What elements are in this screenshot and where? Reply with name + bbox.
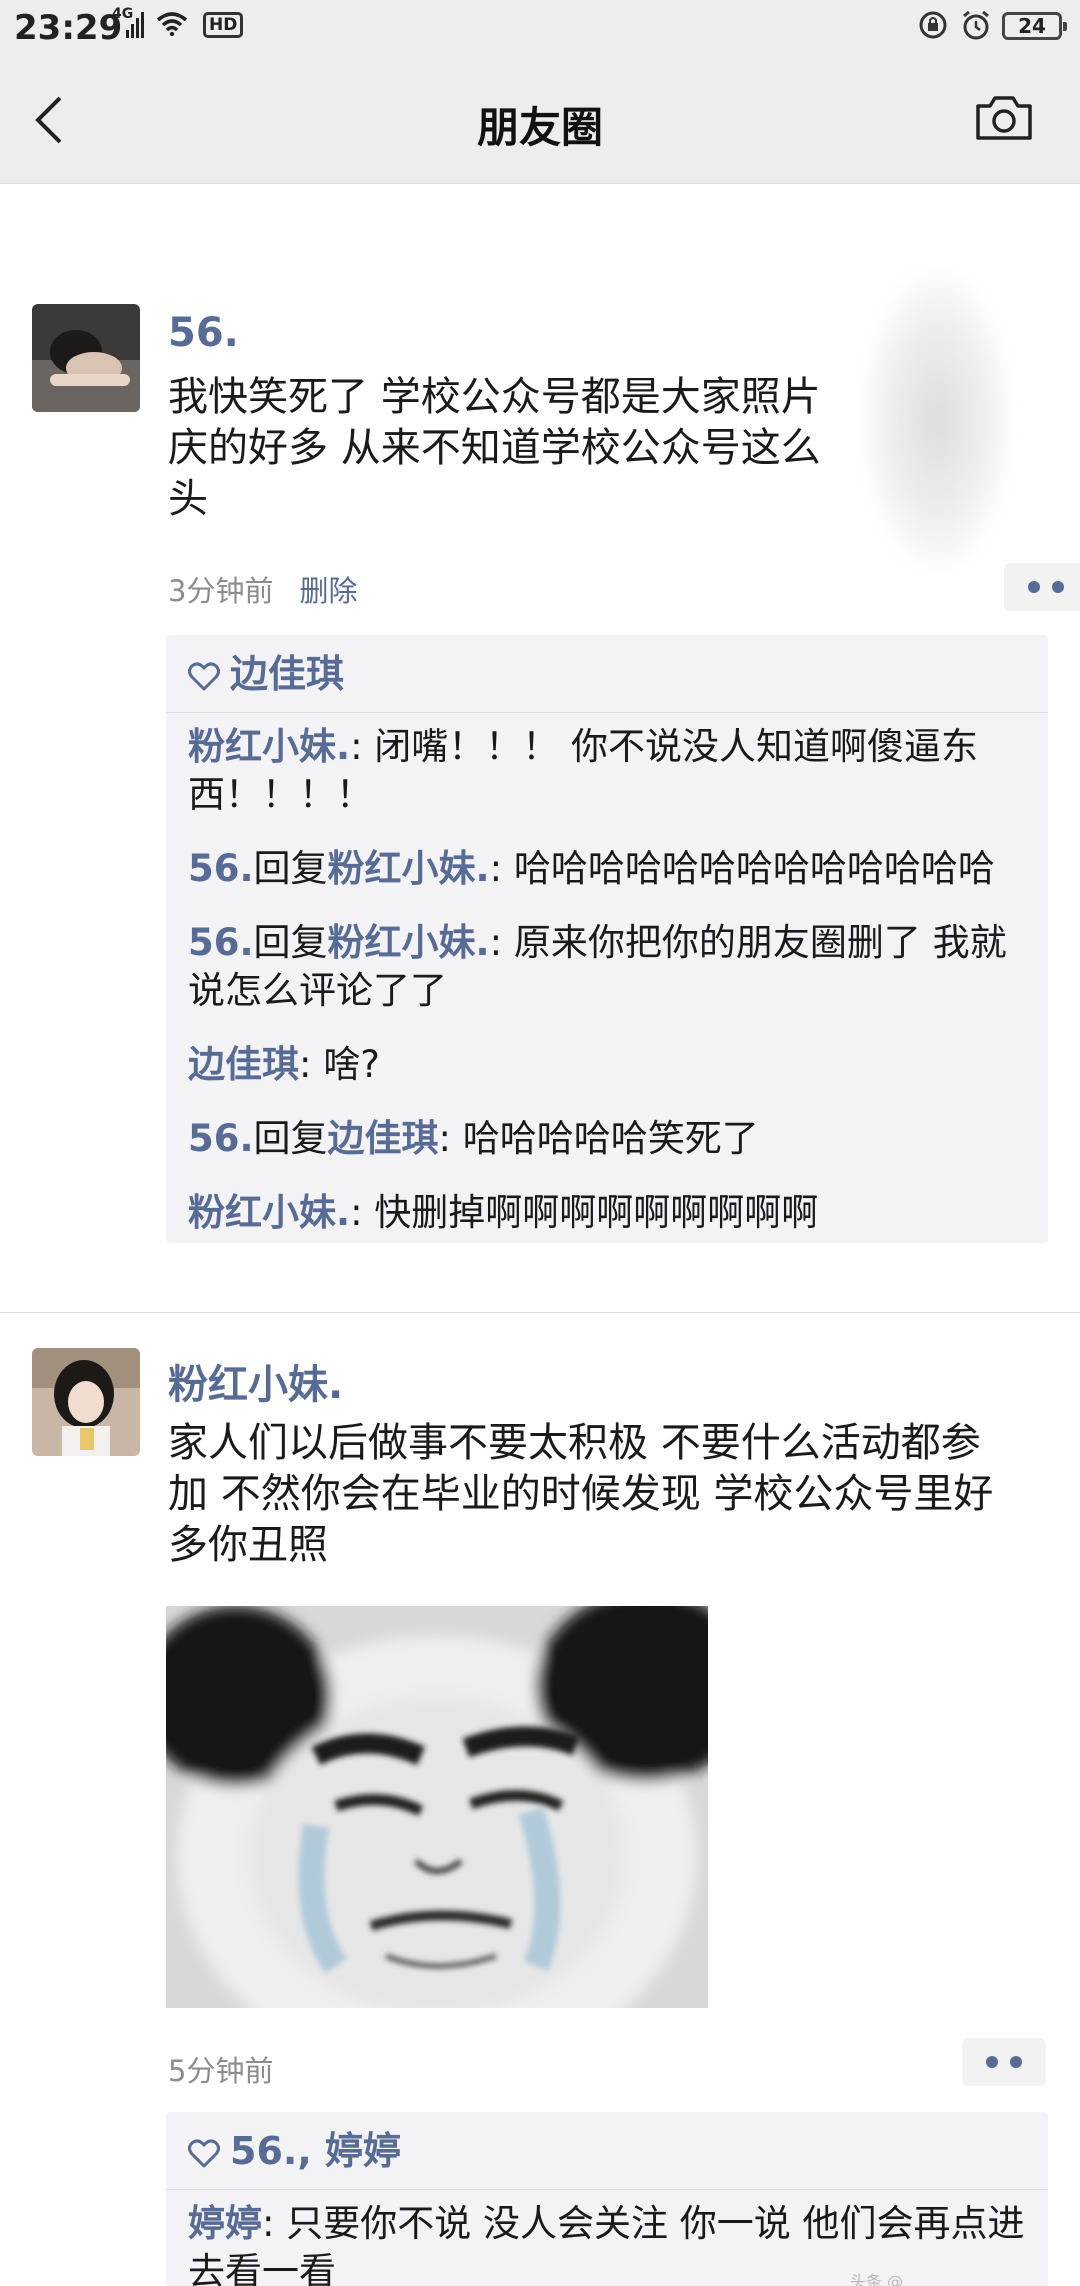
post-username[interactable]: 56. [168, 310, 239, 356]
comment-text: 啥? [323, 1043, 380, 1086]
avatar[interactable] [32, 304, 140, 412]
comment-separator: : [299, 1043, 324, 1086]
more-actions-button[interactable] [1004, 563, 1080, 611]
post-time: 5分钟前 [168, 2054, 274, 2088]
post-username[interactable]: 粉红小妹. [168, 1352, 343, 1410]
comment-separator: : [489, 921, 514, 964]
comment-author[interactable]: 56. [188, 847, 254, 890]
reply-word: 回复 [253, 847, 328, 890]
delete-link[interactable]: 删除 [299, 574, 357, 608]
comment-item[interactable]: 56.回复粉红小妹.: 哈哈哈哈哈哈哈哈哈哈哈哈哈 [188, 845, 1026, 893]
post-text: 家人们以后做事不要太积极 不要什么活动都参加 不然你会在毕业的时候发现 学校公众… [168, 1420, 994, 1568]
hd-badge: HD [203, 12, 244, 38]
heart-icon [188, 2139, 220, 2168]
likes-row: 56., 婷婷 [166, 2112, 1048, 2190]
reply-target[interactable]: 粉红小妹. [328, 847, 490, 890]
signal-bars-icon [126, 12, 144, 38]
comment-item[interactable]: 粉红小妹.: 快删掉啊啊啊啊啊啊啊啊啊 [188, 1189, 1026, 1237]
reply-word: 回复 [253, 1117, 328, 1160]
post-time: 3分钟前 [168, 574, 274, 608]
comment-list: 婷婷: 只要你不说 没人会关注 你一说 他们会再点进去看一看 [166, 2190, 1048, 2286]
comment-separator: : [489, 847, 514, 890]
post-meta: 5分钟前 [168, 2048, 273, 2090]
likes-row: 边佳琪 [166, 635, 1048, 713]
comment-text: 哈哈哈哈哈哈哈哈哈哈哈哈哈 [513, 847, 995, 890]
comment-author[interactable]: 边佳琪 [188, 1043, 299, 1086]
reply-target[interactable]: 粉红小妹. [328, 921, 490, 964]
privacy-blur-overlay [862, 270, 1012, 570]
comment-separator: : [350, 725, 375, 768]
watermark: 头条 @ [850, 2272, 904, 2286]
more-actions-button[interactable] [962, 2038, 1046, 2086]
comment-separator: : [438, 1117, 463, 1160]
likes-names[interactable]: 边佳琪 [230, 652, 344, 696]
reply-target[interactable]: 边佳琪 [328, 1117, 439, 1160]
comments-box: 56., 婷婷 婷婷: 只要你不说 没人会关注 你一说 他们会再点进去看一看 [166, 2112, 1048, 2286]
likes-names[interactable]: 56., 婷婷 [230, 2129, 401, 2173]
post-divider [0, 1312, 1080, 1313]
comment-item[interactable]: 56.回复边佳琪: 哈哈哈哈哈笑死了 [188, 1115, 1026, 1163]
page-title: 朋友圈 [476, 103, 603, 152]
status-time: 23:29 [14, 8, 123, 48]
comment-item[interactable]: 56.回复粉红小妹.: 原来你把你的朋友圈删了 我就说怎么评论了了 [188, 919, 1026, 1015]
lock-rotation-icon [919, 11, 947, 39]
status-bar: 23:29 4G HD 24 [0, 0, 1080, 56]
comments-box: 边佳琪 粉红小妹.: 闭嘴！！！ 你不说没人知道啊傻逼东西！！！！ 56.回复粉… [166, 635, 1048, 1243]
post-meta: 3分钟前 删除 [168, 568, 357, 610]
wifi-icon [156, 12, 188, 36]
comment-author[interactable]: 56. [188, 921, 254, 964]
heart-icon [188, 662, 220, 691]
comment-text: 哈哈哈哈哈笑死了 [462, 1117, 759, 1160]
comment-item[interactable]: 粉红小妹.: 闭嘴！！！ 你不说没人知道啊傻逼东西！！！！ [188, 723, 1026, 819]
camera-icon[interactable] [974, 92, 1034, 142]
battery-icon: 24 [1002, 12, 1067, 40]
comment-author[interactable]: 婷婷 [188, 2202, 262, 2245]
comment-separator: : [350, 1191, 375, 1234]
comment-author[interactable]: 粉红小妹. [188, 725, 350, 768]
comment-list: 粉红小妹.: 闭嘴！！！ 你不说没人知道啊傻逼东西！！！！ 56.回复粉红小妹.… [166, 713, 1048, 1243]
comment-author[interactable]: 56. [188, 1117, 254, 1160]
reply-word: 回复 [253, 921, 328, 964]
comment-text: 快删掉啊啊啊啊啊啊啊啊啊 [374, 1191, 819, 1234]
alarm-icon [963, 10, 989, 40]
avatar[interactable] [32, 1348, 140, 1456]
comment-separator: : [262, 2202, 287, 2245]
panda-meme-image[interactable] [166, 1606, 708, 2008]
top-nav-bar: 朋友圈 [0, 56, 1080, 184]
comment-item[interactable]: 边佳琪: 啥? [188, 1041, 1026, 1089]
comment-author[interactable]: 粉红小妹. [188, 1191, 350, 1234]
